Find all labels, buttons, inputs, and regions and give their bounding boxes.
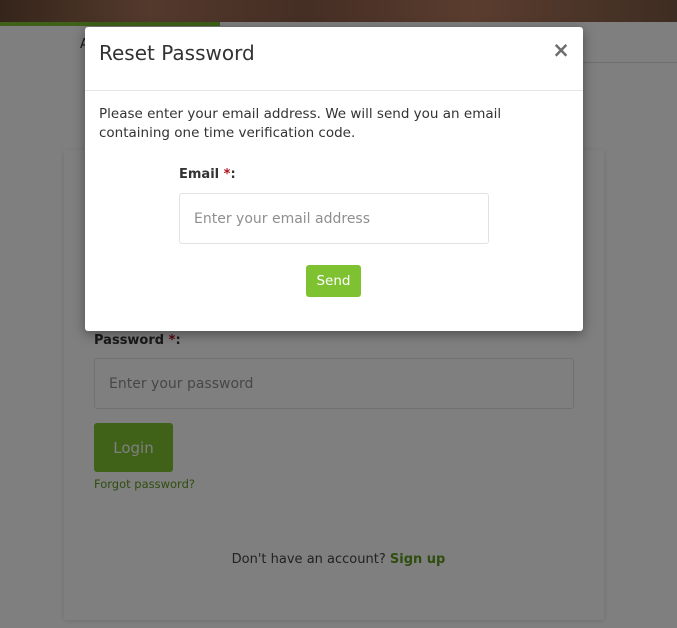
email-input[interactable]: [179, 193, 489, 244]
modal-instructions: Please enter your email address. We will…: [99, 106, 502, 141]
close-icon[interactable]: ×: [551, 37, 571, 63]
modal-header: Reset Password ×: [85, 27, 583, 91]
label-colon: :: [230, 167, 236, 182]
reset-password-modal: Reset Password × Please enter your email…: [85, 27, 583, 331]
send-button[interactable]: Send: [306, 265, 361, 297]
email-label: Email *:: [179, 167, 236, 182]
email-label-text: Email: [179, 167, 220, 182]
modal-title: Reset Password: [99, 41, 255, 65]
